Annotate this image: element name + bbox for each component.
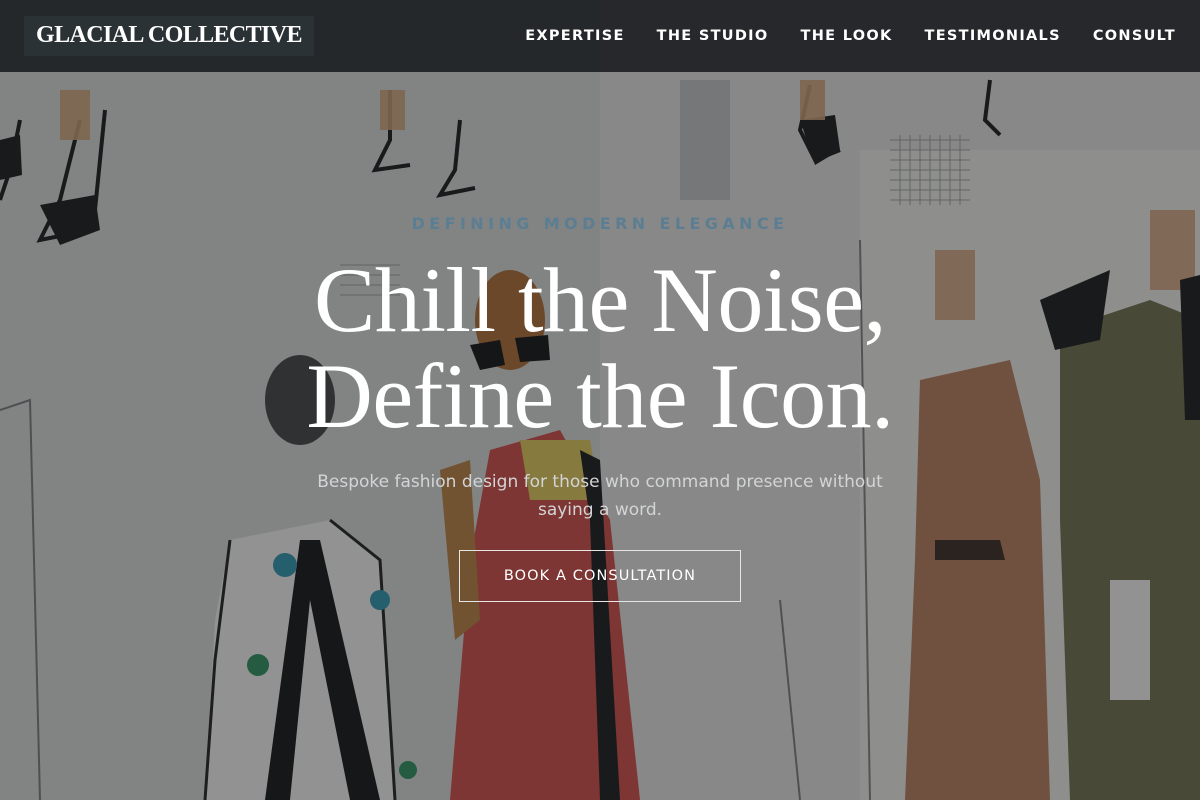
hero-eyebrow: DEFINING MODERN ELEGANCE: [411, 214, 789, 233]
nav-link-the-studio[interactable]: THE STUDIO: [657, 28, 769, 44]
site-header: GLACIAL COLLECTIVE EXPERTISE THE STUDIO …: [0, 0, 1200, 72]
nav-link-expertise[interactable]: EXPERTISE: [525, 28, 624, 44]
brand-logo[interactable]: GLACIAL COLLECTIVE: [24, 16, 314, 56]
hero-headline: Chill the Noise, Define the Icon.: [0, 252, 1200, 444]
hero-section: DEFINING MODERN ELEGANCE Chill the Noise…: [0, 72, 1200, 800]
nav-link-the-look[interactable]: THE LOOK: [801, 28, 893, 44]
nav-link-consult[interactable]: CONSULT: [1093, 28, 1176, 44]
hero-headline-line-2: Define the Icon.: [306, 345, 894, 447]
book-consultation-button[interactable]: BOOK A CONSULTATION: [459, 550, 741, 602]
hero-subtext: Bespoke fashion design for those who com…: [317, 472, 883, 520]
nav-link-testimonials[interactable]: TESTIMONIALS: [925, 28, 1061, 44]
main-nav: EXPERTISE THE STUDIO THE LOOK TESTIMONIA…: [493, 28, 1176, 44]
hero-headline-line-1: Chill the Noise,: [313, 249, 887, 351]
